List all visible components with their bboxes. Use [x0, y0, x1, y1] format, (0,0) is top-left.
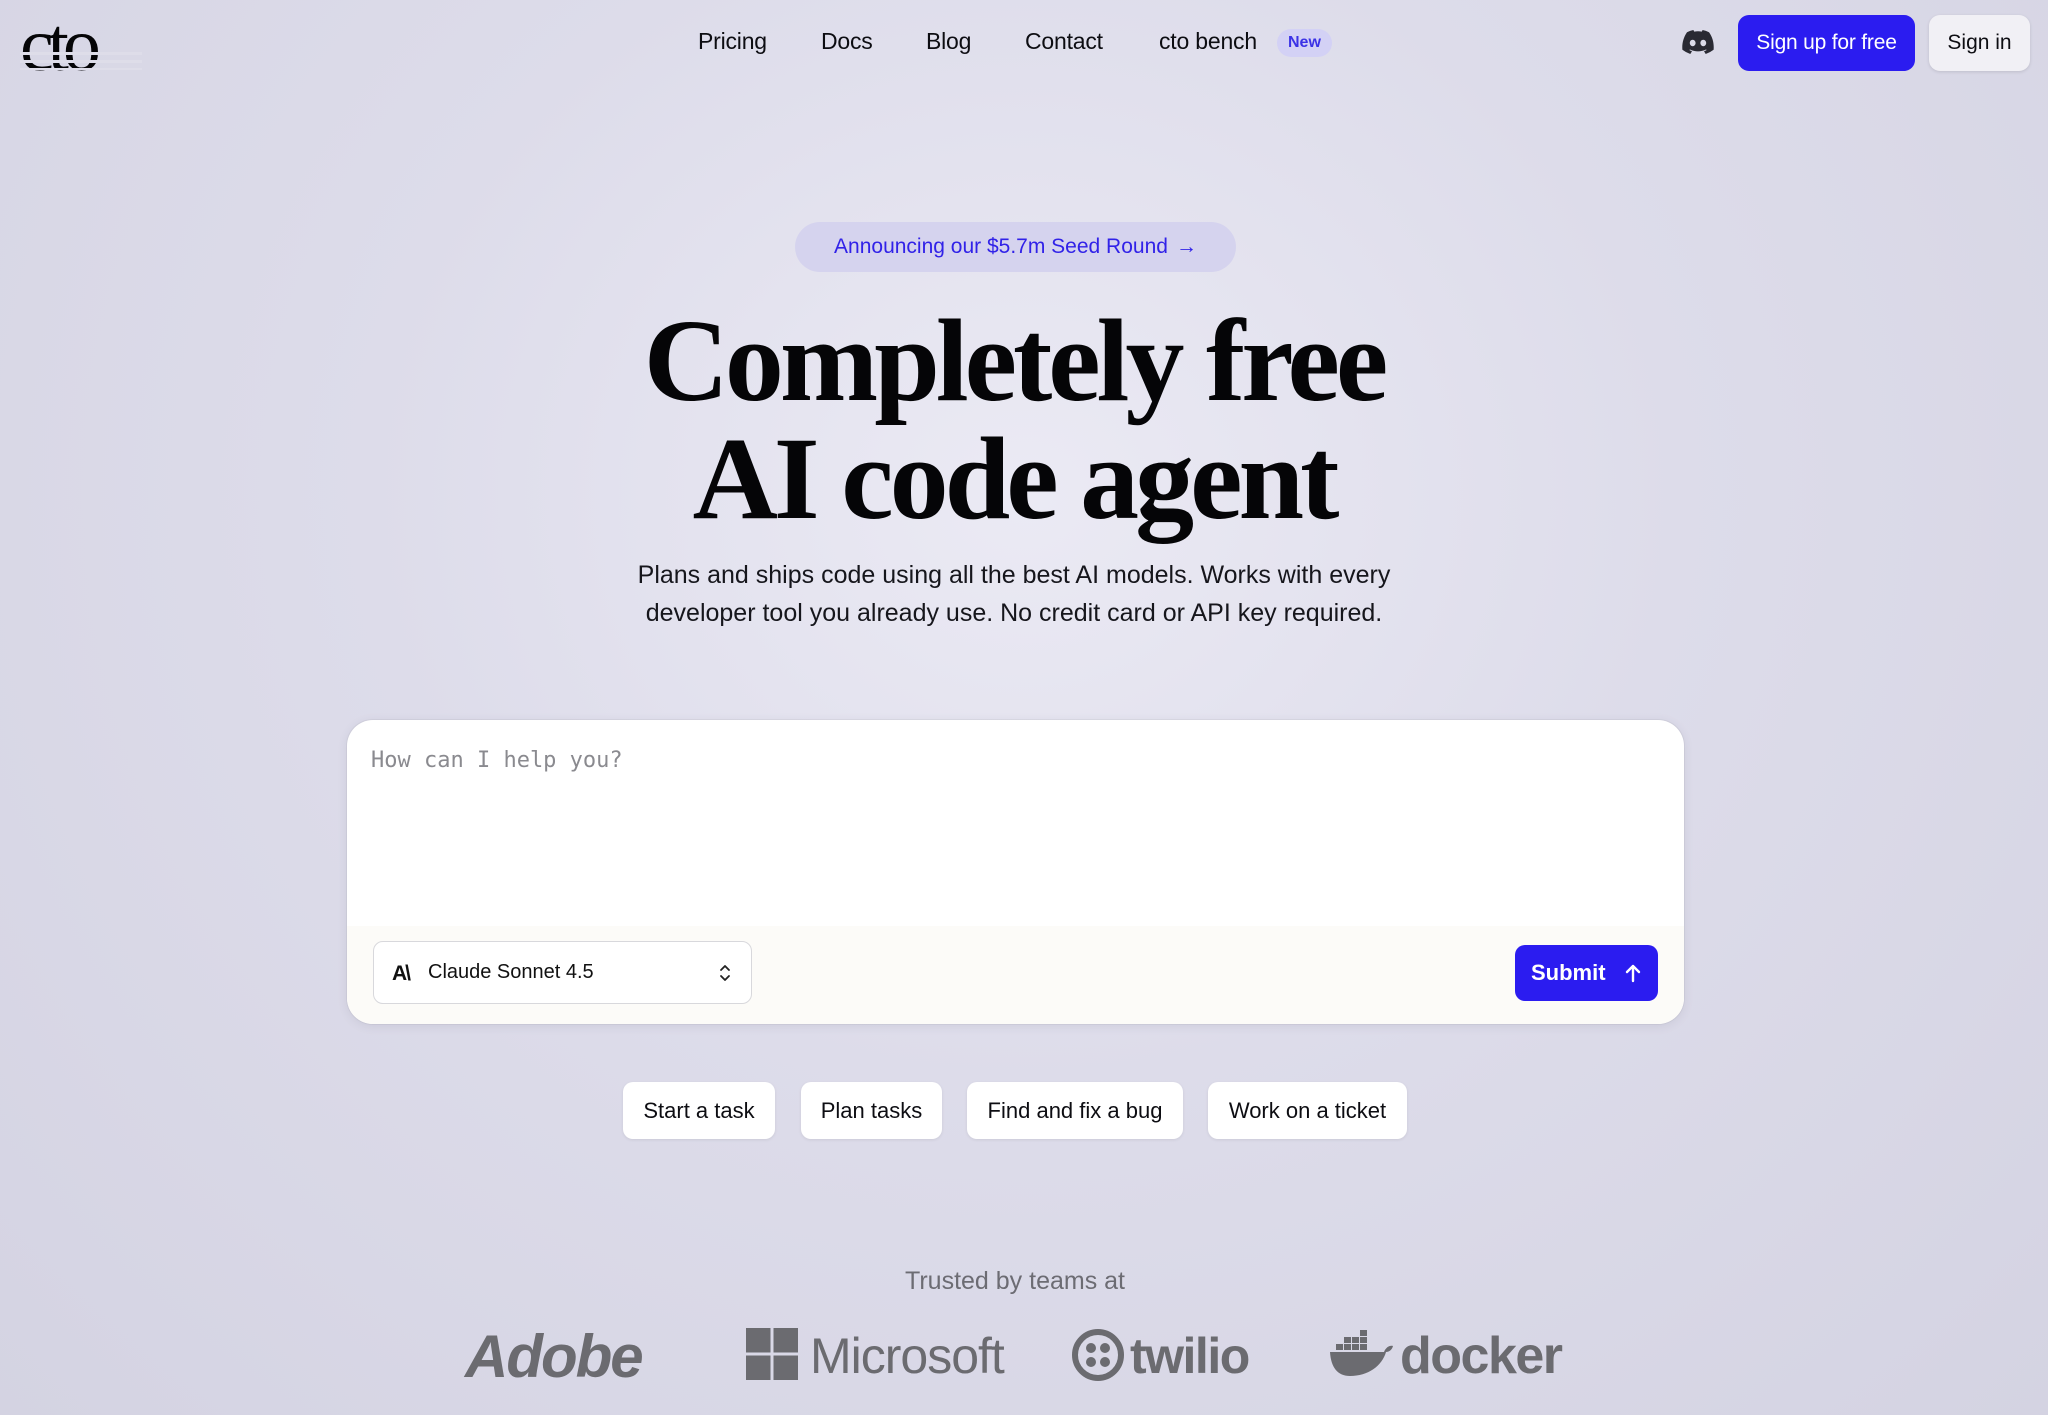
discord-icon[interactable]	[1682, 30, 1714, 56]
microsoft-logo: Microsoft	[810, 1328, 1005, 1384]
model-select[interactable]: A\ Claude Sonnet 4.5	[373, 941, 752, 1004]
seed-round-announcement-link[interactable]: Announcing our $5.7m Seed Round →	[795, 222, 1236, 272]
hero-title-line2: AI code agent	[692, 413, 1340, 544]
trusted-by-label: Trusted by teams at	[905, 1267, 1125, 1295]
submit-label: Submit	[1531, 960, 1606, 985]
docker-whale-icon	[1330, 1330, 1393, 1376]
twilio-logo: twilio	[1130, 1328, 1250, 1384]
hero-title: Completely free AI code agent	[0, 302, 2028, 538]
arrow-up-icon	[1625, 964, 1641, 983]
cto-logo[interactable]: cto	[20, 8, 142, 78]
hero-subtitle-line1: Plans and ships code using all the best …	[637, 561, 1391, 589]
new-badge: New	[1277, 29, 1332, 57]
sign-up-button[interactable]: Sign up for free	[1738, 15, 1915, 71]
logo-text: cto	[20, 8, 99, 78]
anthropic-icon: A\	[392, 962, 411, 985]
suggestion-work-ticket[interactable]: Work on a ticket	[1208, 1082, 1407, 1139]
arrow-right-icon: →	[1175, 235, 1197, 258]
chevron-up-down-icon	[720, 965, 730, 981]
nav-contact-link[interactable]: Contact	[1025, 28, 1103, 55]
adobe-logo: Adobe	[465, 1323, 644, 1390]
model-select-value: Claude Sonnet 4.5	[428, 961, 594, 983]
customer-logos: Adobe Microsoft twilio docker	[0, 1320, 2048, 1390]
suggestion-plan-tasks[interactable]: Plan tasks	[801, 1082, 942, 1139]
site-header: cto Pricing Docs Blog Contact cto bench …	[0, 0, 2048, 88]
nav-cto-bench-link[interactable]: cto bench	[1159, 28, 1257, 55]
sign-in-button[interactable]: Sign in	[1929, 15, 2030, 71]
suggestion-fix-bug[interactable]: Find and fix a bug	[967, 1082, 1183, 1139]
suggestion-start-task[interactable]: Start a task	[623, 1082, 775, 1139]
submit-button[interactable]: Submit	[1515, 945, 1658, 1001]
hero-subtitle: Plans and ships code using all the best …	[0, 556, 2028, 632]
nav-docs-link[interactable]: Docs	[821, 28, 873, 55]
twilio-icon	[1072, 1329, 1124, 1381]
prompt-input[interactable]	[347, 720, 1684, 926]
nav-pricing-link[interactable]: Pricing	[698, 28, 767, 55]
announcement-text: Announcing our $5.7m Seed Round	[834, 235, 1168, 258]
microsoft-icon	[746, 1328, 798, 1380]
nav-blog-link[interactable]: Blog	[926, 28, 971, 55]
docker-logo: docker	[1400, 1327, 1563, 1385]
hero-subtitle-line2: developer tool you already use. No credi…	[645, 599, 1383, 627]
hero-title-line1: Completely free	[643, 295, 1389, 426]
